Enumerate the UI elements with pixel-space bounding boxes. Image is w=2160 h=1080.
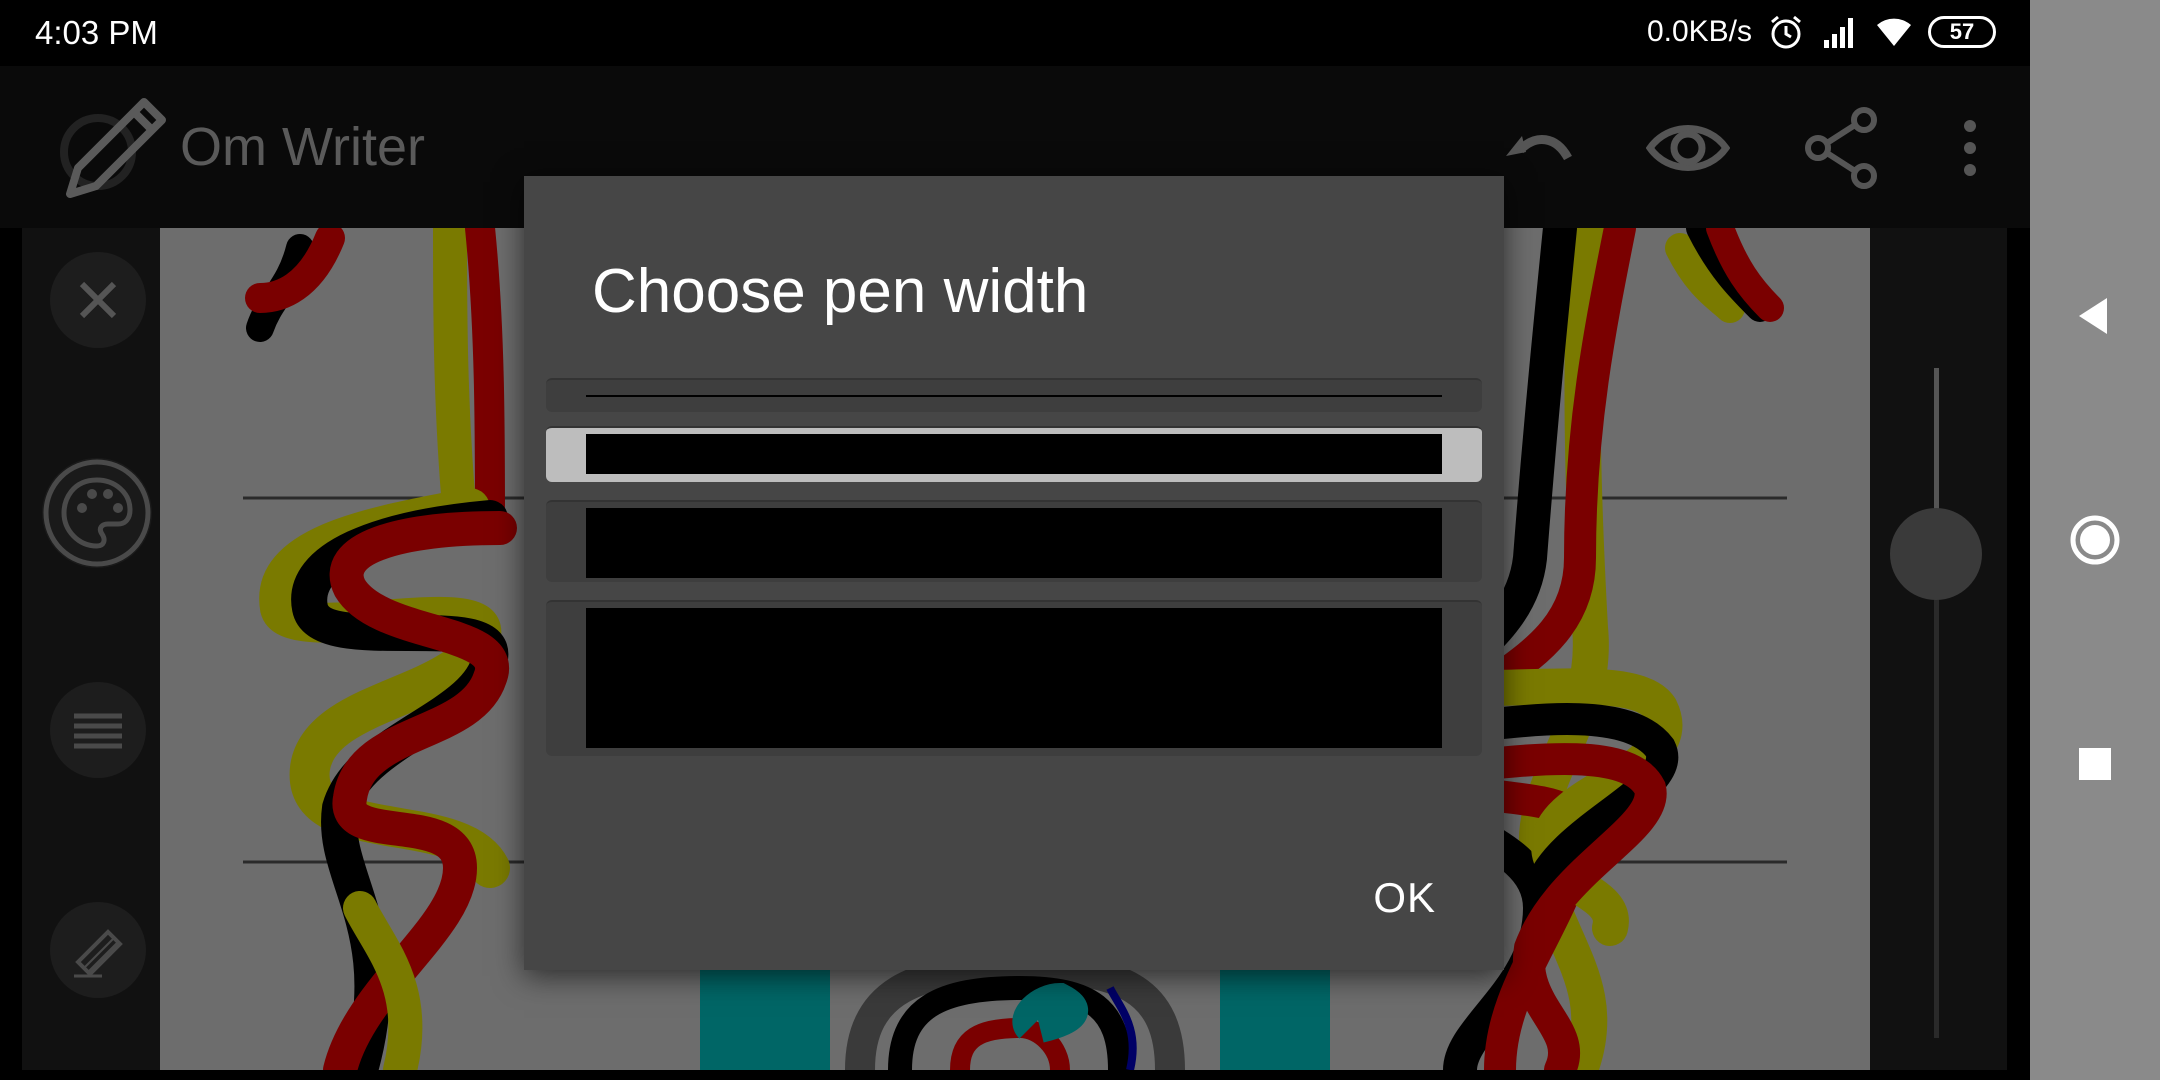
eraser-tool-button[interactable] — [50, 902, 146, 998]
pen-width-dialog: Choose pen width OK — [524, 176, 1504, 970]
system-nav-bar — [2030, 0, 2160, 1080]
pen-size-slider[interactable] — [1870, 228, 2007, 1070]
back-icon — [2079, 298, 2107, 334]
status-icons: 0.0KB/s 57 — [1647, 12, 1996, 52]
ok-button[interactable]: OK — [1373, 874, 1436, 922]
share-icon — [1805, 107, 1877, 189]
wifi-icon — [1877, 18, 1911, 46]
status-bar: 4:03 PM 0.0KB/s 57 — [0, 0, 2030, 66]
network-speed: 0.0KB/s — [1646, 15, 1752, 48]
recents-button[interactable] — [2067, 736, 2123, 792]
slider-thumb[interactable] — [1890, 508, 1982, 600]
eye-icon — [1645, 125, 1731, 171]
app-title: Om Writer — [180, 117, 425, 177]
pen-width-sample — [586, 608, 1442, 748]
app-screen: 4:03 PM 0.0KB/s 57 Om Writer Choose pen … — [0, 0, 2160, 1080]
pen-width-sample — [586, 395, 1442, 397]
more-vert-icon — [1964, 120, 1976, 176]
color-picker-button[interactable] — [42, 458, 152, 568]
undo-icon — [1506, 135, 1572, 161]
left-toolbar — [22, 228, 160, 1070]
app-logo-pencil-icon — [60, 98, 166, 198]
pen-width-option-thick[interactable] — [546, 600, 1482, 756]
lines-tool-button[interactable] — [50, 682, 146, 778]
undo-button[interactable] — [1492, 106, 1576, 190]
back-button[interactable] — [2067, 288, 2123, 344]
pen-width-option-thin[interactable] — [546, 426, 1482, 482]
pen-width-sample — [586, 434, 1442, 474]
menu-lines-icon — [74, 713, 122, 749]
pen-width-option-medium[interactable] — [546, 500, 1482, 582]
dialog-title: Choose pen width — [592, 257, 1089, 326]
eraser-icon — [74, 929, 123, 978]
battery-indicator: 57 — [1928, 16, 1996, 48]
palette-icon — [43, 459, 151, 567]
overflow-menu-button[interactable] — [1950, 106, 1990, 190]
pen-width-sample — [586, 508, 1442, 578]
close-tool-button[interactable] — [50, 252, 146, 348]
home-button[interactable] — [2067, 512, 2123, 568]
share-button[interactable] — [1800, 106, 1884, 190]
home-icon — [2070, 515, 2120, 565]
pen-width-list — [546, 378, 1482, 938]
recents-icon — [2079, 748, 2111, 780]
pen-width-option-thinnest[interactable] — [546, 378, 1482, 412]
signal-icon — [1824, 18, 1853, 48]
preview-button[interactable] — [1645, 106, 1731, 190]
close-icon — [79, 281, 117, 319]
alarm-icon — [1771, 15, 1801, 49]
status-time: 4:03 PM — [35, 14, 158, 51]
